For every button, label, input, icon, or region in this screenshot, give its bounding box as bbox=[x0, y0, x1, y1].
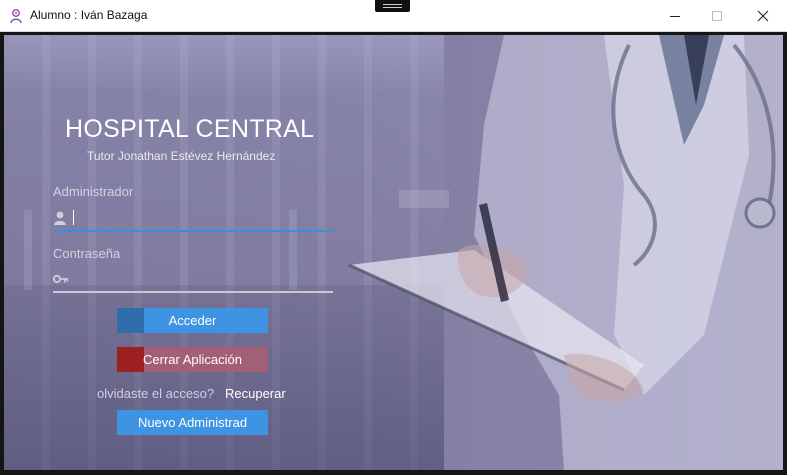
new-administrator-label: Nuevo Administrad bbox=[137, 415, 248, 430]
application-window: Alumno : Iván Bazaga HOSPITAL CENTRAL Tu… bbox=[0, 0, 787, 475]
close-button[interactable] bbox=[740, 0, 786, 32]
username-label: Administrador bbox=[53, 184, 134, 199]
minimize-button[interactable] bbox=[652, 0, 698, 32]
doctor-illustration bbox=[24, 35, 783, 470]
forgot-access-text: olvidaste el acceso? bbox=[97, 386, 215, 401]
key-icon bbox=[53, 274, 69, 284]
user-icon bbox=[54, 211, 66, 225]
drag-handle[interactable] bbox=[375, 0, 410, 12]
window-title: Alumno : Iván Bazaga bbox=[30, 8, 148, 22]
close-application-label: Cerrar Aplicación bbox=[143, 352, 242, 367]
maximize-icon bbox=[712, 11, 722, 21]
minimize-icon bbox=[670, 16, 680, 17]
password-field[interactable] bbox=[53, 267, 333, 293]
app-icon bbox=[10, 9, 22, 24]
text-cursor bbox=[73, 210, 74, 225]
new-administrator-button[interactable]: Nuevo Administrad bbox=[117, 410, 268, 435]
hospital-title: HOSPITAL CENTRAL bbox=[65, 115, 315, 143]
close-application-button[interactable]: Cerrar Aplicación bbox=[117, 347, 268, 372]
close-icon bbox=[757, 10, 769, 22]
access-button-label: Acceder bbox=[168, 313, 217, 328]
password-label: Contraseña bbox=[53, 246, 121, 261]
tutor-subtitle: Tutor Jonathan Estévez Hernández bbox=[87, 149, 276, 163]
username-input[interactable] bbox=[71, 209, 329, 229]
title-bar: Alumno : Iván Bazaga bbox=[0, 0, 787, 32]
username-field[interactable] bbox=[53, 206, 333, 232]
maximize-button[interactable] bbox=[694, 0, 740, 32]
close-application-accent bbox=[117, 347, 144, 372]
login-panel: HOSPITAL CENTRAL Tutor Jonathan Estévez … bbox=[4, 35, 783, 470]
access-button[interactable]: Acceder bbox=[117, 308, 268, 333]
access-button-accent bbox=[117, 308, 144, 333]
recover-link[interactable]: Recuperar bbox=[225, 386, 286, 401]
password-input[interactable] bbox=[71, 270, 329, 290]
